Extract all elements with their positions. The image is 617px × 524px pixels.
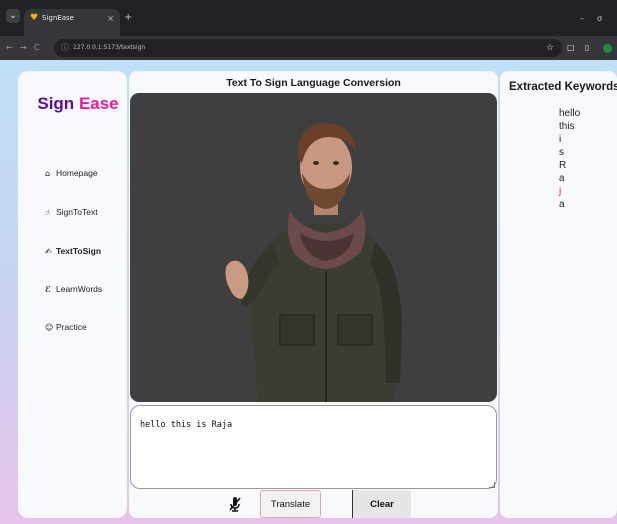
sidebar-item-label: TextToSign xyxy=(56,246,102,256)
microphone-off-icon xyxy=(229,497,241,512)
text-input[interactable]: hello this is Raja xyxy=(130,405,497,489)
avatar-eye-right xyxy=(333,161,339,165)
keyword-item: hello xyxy=(559,108,581,119)
site-info-icon[interactable]: ⓘ xyxy=(61,42,69,54)
back-icon[interactable]: ← xyxy=(6,42,13,54)
keyword-item: a xyxy=(559,199,565,210)
profile-avatar[interactable] xyxy=(603,44,612,53)
signing-avatar-image xyxy=(225,123,402,402)
keyword-item: i xyxy=(559,134,562,145)
action-bar: Translate Clear xyxy=(129,489,498,518)
sidebar-item-homepage[interactable]: ⌂ Homepage xyxy=(45,165,98,181)
avatar-left-hand xyxy=(225,260,249,299)
tab-title: SignEase xyxy=(42,14,74,22)
sidebar-item-signtotext[interactable]: ☝ SignToText xyxy=(45,204,98,220)
keyword-item: R xyxy=(559,160,567,171)
browser-tab-bar: ⌄ ♥ SignEase × + – σ xyxy=(0,0,617,36)
avatar-pocket-left xyxy=(279,314,315,346)
tab-close-icon[interactable]: × xyxy=(107,13,114,24)
page-title: Text To Sign Language Conversion xyxy=(226,77,401,89)
sidebar-toggle-icon[interactable]: ▯ xyxy=(585,42,589,54)
avatar-pocket-right xyxy=(337,314,373,346)
keyword-item: s xyxy=(559,147,564,158)
keyword-item: a xyxy=(559,173,565,184)
address-bar[interactable]: ⓘ 127.0.0.1:5173/textsign ☆ xyxy=(54,39,562,57)
window-close-icon[interactable]: σ xyxy=(597,14,602,24)
sidebar-item-texttosign[interactable]: ✍ TextToSign xyxy=(45,243,101,259)
sidebar-item-learnwords[interactable]: ℰ LearnWords xyxy=(45,281,102,297)
brand-ease-text: Ease xyxy=(78,94,119,113)
sidebar-item-label: LearnWords xyxy=(56,284,103,294)
sign-video-player[interactable] xyxy=(130,93,497,402)
keyword-item-active: j xyxy=(559,186,562,197)
avatar-eye-left xyxy=(313,161,319,165)
new-tab-icon[interactable]: + xyxy=(124,12,132,24)
bookmark-star-icon[interactable]: ☆ xyxy=(546,42,554,54)
url-text[interactable]: 127.0.0.1:5173/textsign xyxy=(73,43,145,53)
keywords-list: hello this i s R a j a xyxy=(559,107,609,211)
tab-search-icon[interactable]: ⌄ xyxy=(6,9,20,23)
sidebar-item-label: Practice xyxy=(56,322,87,332)
favicon-icon: ♥ xyxy=(30,13,39,23)
keywords-title: Extracted Keywords: xyxy=(509,81,617,93)
forward-icon[interactable]: → xyxy=(20,42,27,54)
brand-logo[interactable]: Sign Ease xyxy=(30,93,126,115)
translate-button[interactable]: Translate xyxy=(260,490,321,518)
keywords-panel: Extracted Keywords: hello this i s R a j… xyxy=(500,71,617,518)
main-panel: Text To Sign Language Conversion hello t… xyxy=(129,71,498,518)
sidebar: Sign Ease ⌂ Homepage ☝ SignToText ✍ Text… xyxy=(18,71,127,518)
home-icon: ⌂ xyxy=(45,168,51,178)
browser-nav-bar: ← → C ⓘ 127.0.0.1:5173/textsign ☆ ▢ ▯ xyxy=(0,36,617,60)
brand-sign-text: Sign xyxy=(37,94,75,113)
hand-sign-icon: ☝ xyxy=(45,207,50,217)
browser-tab[interactable]: ♥ SignEase × xyxy=(24,9,120,36)
sidebar-item-label: SignToText xyxy=(56,207,98,217)
reload-icon[interactable]: C xyxy=(34,42,40,54)
extensions-icon[interactable]: ▢ xyxy=(567,42,575,54)
practice-icon: ☺ xyxy=(45,322,54,332)
minimize-icon[interactable]: – xyxy=(580,14,584,24)
clear-button[interactable]: Clear xyxy=(352,490,411,518)
text-to-sign-icon: ✍ xyxy=(45,246,52,256)
microphone-button[interactable] xyxy=(226,495,244,513)
textarea-resize-handle[interactable] xyxy=(489,482,495,488)
keyword-item: this xyxy=(559,121,575,132)
sidebar-item-practice[interactable]: ☺ Practice xyxy=(45,319,87,335)
sidebar-item-label: Homepage xyxy=(56,168,98,178)
learn-words-icon: ℰ xyxy=(45,284,51,294)
